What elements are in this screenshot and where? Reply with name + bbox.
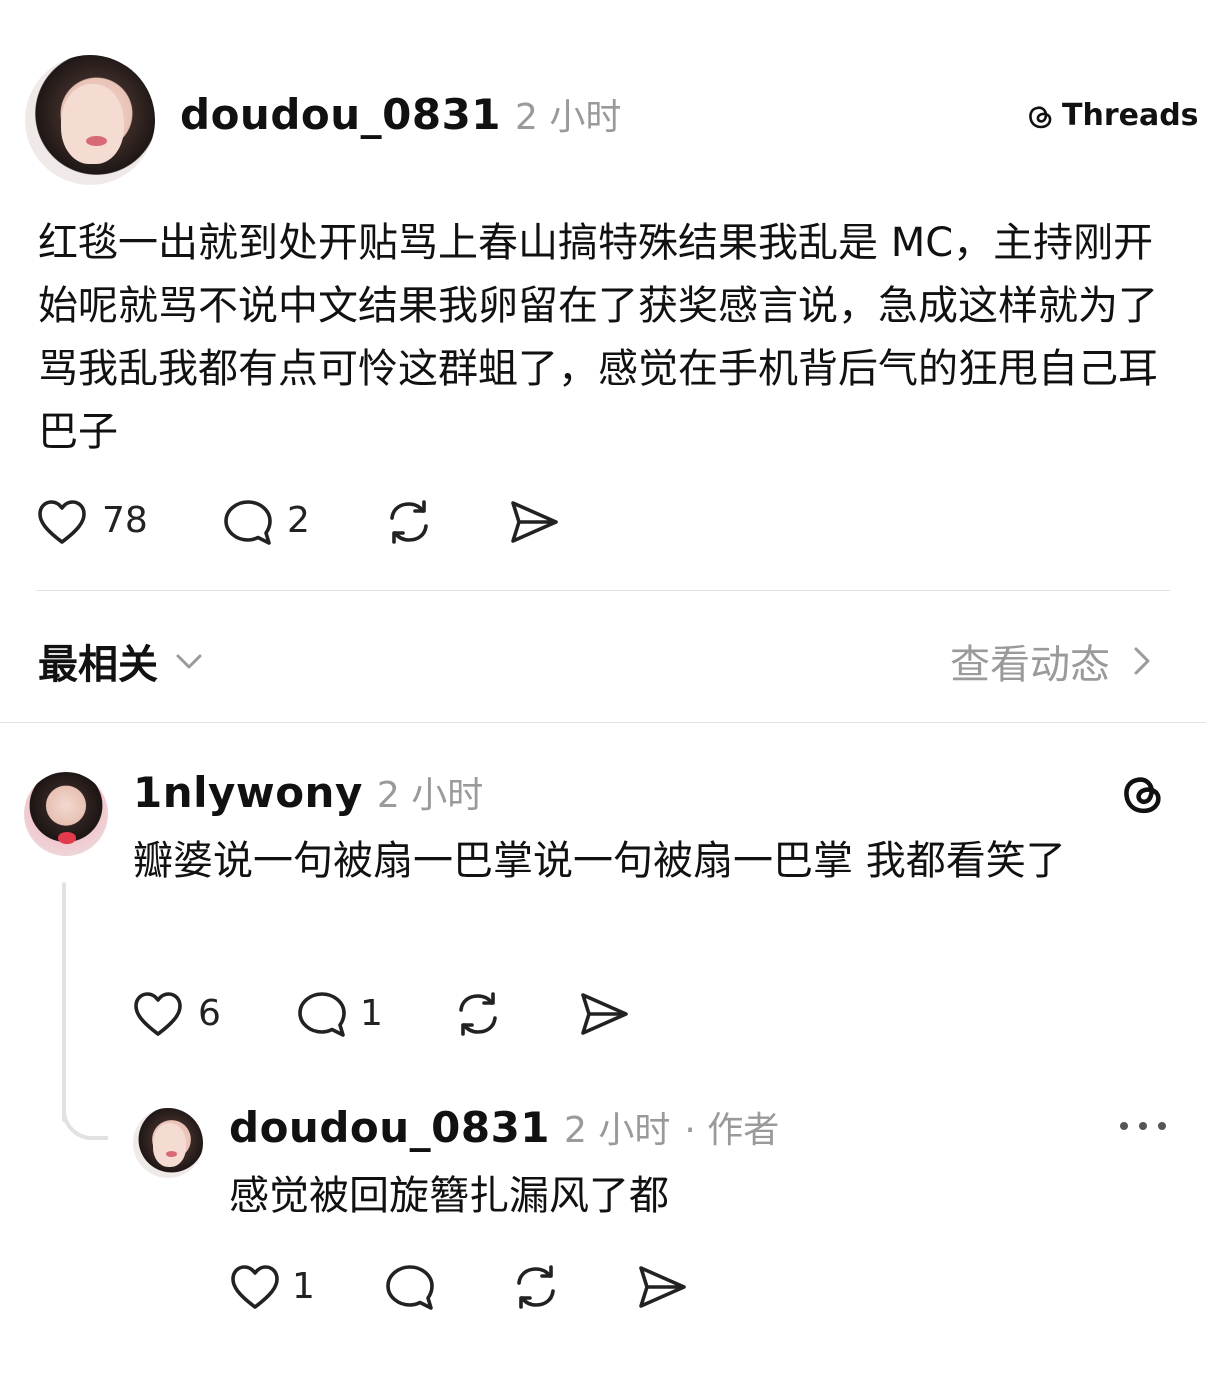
view-activity-link[interactable]: 查看动态	[950, 632, 1152, 690]
avatar-lip	[165, 1151, 178, 1157]
more-options-button[interactable]	[1118, 1112, 1168, 1140]
avatar-lip	[86, 135, 107, 146]
more-dots-icon	[1120, 1122, 1166, 1130]
reply-author-avatar[interactable]	[133, 1108, 203, 1178]
avatar-face	[61, 83, 124, 165]
share-button[interactable]	[508, 496, 560, 548]
like-count: 6	[198, 993, 221, 1034]
heart-icon	[38, 500, 86, 544]
heart-icon	[231, 1265, 279, 1309]
like-count: 78	[102, 500, 148, 541]
share-button[interactable]	[636, 1261, 688, 1313]
post-author-row: doudou_0831 2 小时	[180, 88, 621, 140]
sort-label: 最相关	[38, 642, 158, 688]
send-icon	[639, 1266, 686, 1308]
comment-author-row: 1nlywony 2 小时	[133, 766, 483, 818]
threads-brand[interactable]: Threads	[1024, 98, 1199, 133]
sort-dropdown[interactable]: 最相关	[38, 632, 204, 690]
threads-logo-icon	[1124, 777, 1161, 814]
send-icon	[581, 993, 628, 1035]
chevron-right-icon	[1134, 647, 1150, 675]
send-icon	[511, 501, 558, 543]
post-author-name[interactable]: doudou_0831	[180, 90, 501, 139]
reply-thread-curve	[62, 1090, 108, 1140]
post-text: 红毯一出就到处开贴骂上春山搞特殊结果我乱是 MC，主持刚开始呢就骂不说中文结果我…	[38, 220, 1158, 455]
section-divider	[0, 722, 1206, 723]
reply-count: 1	[360, 993, 383, 1034]
speech-bubble-icon	[386, 1265, 434, 1310]
post-timestamp: 2 小时	[515, 97, 622, 138]
post-divider	[36, 590, 1170, 591]
view-activity-label: 查看动态	[950, 642, 1110, 688]
reply-button[interactable]	[384, 1262, 436, 1314]
repost-button[interactable]	[510, 1261, 562, 1313]
reply-thread-line	[62, 882, 66, 1122]
repost-icon	[517, 1265, 555, 1309]
post-author-avatar[interactable]	[25, 55, 155, 185]
comment-text: 瓣婆说一句被扇一巴掌说一句被扇一巴掌 我都看笑了	[133, 838, 1066, 884]
heart-icon	[134, 992, 182, 1036]
comment-avatar[interactable]	[24, 772, 108, 856]
avatar-face	[152, 1123, 187, 1167]
chevron-down-icon	[176, 654, 202, 669]
like-button[interactable]	[229, 1262, 281, 1314]
reply-count: 2	[287, 500, 310, 541]
reply-timestamp: 2 小时	[564, 1110, 671, 1151]
reply-author-row: doudou_0831 2 小时 · 作者	[229, 1101, 779, 1153]
repost-button[interactable]	[452, 988, 504, 1040]
comment-author-name[interactable]: 1nlywony	[133, 768, 363, 817]
repost-icon	[459, 992, 497, 1036]
reply-button[interactable]	[222, 497, 274, 549]
author-tag: · 作者	[684, 1110, 780, 1151]
avatar-lip	[57, 832, 77, 845]
speech-bubble-icon	[224, 500, 272, 545]
speech-bubble-icon	[298, 992, 346, 1037]
repost-button[interactable]	[383, 496, 435, 548]
threads-brand-label: Threads	[1062, 98, 1199, 133]
like-count: 1	[292, 1266, 315, 1307]
reply-author-name[interactable]: doudou_0831	[229, 1103, 550, 1152]
threads-logo-icon	[1029, 105, 1052, 128]
repost-icon	[390, 500, 428, 544]
reply-text: 感觉被回旋簪扎漏风了都	[229, 1173, 669, 1219]
share-button[interactable]	[578, 988, 630, 1040]
like-button[interactable]	[132, 989, 184, 1041]
like-button[interactable]	[36, 497, 88, 549]
comment-timestamp: 2 小时	[376, 775, 484, 816]
threads-logo-button[interactable]	[1116, 766, 1168, 820]
reply-button[interactable]	[296, 989, 348, 1041]
